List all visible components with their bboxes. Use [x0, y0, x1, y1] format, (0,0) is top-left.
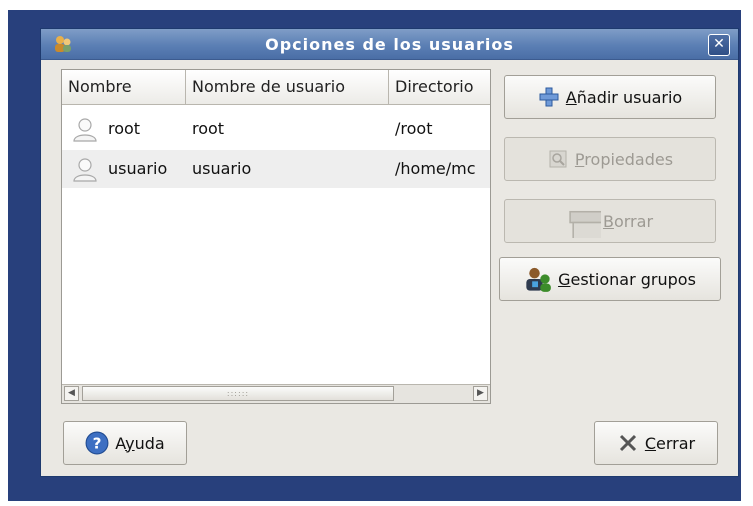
help-button[interactable]: ? Ayuda — [63, 421, 187, 465]
table-row[interactable]: root root /root — [62, 110, 490, 148]
manage-groups-label: Gestionar grupos — [558, 269, 696, 289]
groups-icon — [526, 267, 551, 292]
properties-button[interactable]: Propiedades — [504, 137, 716, 181]
grip-icon: :::::: — [226, 389, 250, 398]
delete-button[interactable]: Borrar — [504, 199, 716, 243]
properties-icon — [549, 150, 567, 168]
user-icon — [73, 158, 97, 182]
arrow-left-icon: ◀ — [68, 388, 75, 398]
column-header-directorio[interactable]: Directorio — [389, 70, 490, 104]
user-options-dialog: Opciones de los usuarios ✕ Nombre Nombre… — [40, 28, 739, 477]
cell-name: usuario — [108, 159, 168, 178]
column-header-nombre-de-usuario[interactable]: Nombre de usuario — [186, 70, 389, 104]
window-close-button[interactable]: ✕ — [708, 34, 730, 56]
delete-label: Borrar — [602, 211, 654, 231]
scrollbar-thumb[interactable]: :::::: — [82, 386, 394, 401]
cell-name: root — [108, 119, 141, 138]
user-icon — [73, 118, 97, 142]
table-row[interactable]: usuario usuario /home/mc — [62, 150, 490, 188]
add-user-label: Añadir usuario — [565, 87, 683, 107]
window-title: Opciones de los usuarios — [265, 35, 514, 54]
help-label: Ayuda — [115, 433, 165, 453]
cell-directory: /home/mc — [395, 159, 476, 178]
add-user-button[interactable]: Añadir usuario — [504, 75, 716, 119]
close-button[interactable]: Cerrar — [594, 421, 718, 465]
properties-label: Propiedades — [574, 149, 674, 169]
manage-groups-button[interactable]: Gestionar grupos — [499, 257, 721, 301]
scroll-left-button[interactable]: ◀ — [64, 386, 79, 401]
trash-icon — [569, 210, 601, 238]
close-x-icon — [619, 434, 636, 452]
close-icon: ✕ — [713, 36, 725, 52]
arrow-right-icon: ▶ — [477, 388, 484, 398]
close-label: Cerrar — [644, 433, 696, 453]
horizontal-scrollbar[interactable]: ◀ :::::: ▶ — [62, 384, 490, 403]
column-header-nombre[interactable]: Nombre — [62, 70, 186, 104]
cell-username: usuario — [192, 159, 252, 178]
users-list[interactable]: Nombre Nombre de usuario Directorio root… — [61, 69, 491, 404]
svg-text:?: ? — [93, 434, 102, 452]
scroll-right-button[interactable]: ▶ — [473, 386, 488, 401]
help-icon: ? — [85, 431, 109, 455]
table-header: Nombre Nombre de usuario Directorio — [62, 70, 490, 105]
cell-username: root — [192, 119, 225, 138]
title-bar[interactable]: Opciones de los usuarios ✕ — [41, 29, 738, 60]
plus-icon — [539, 87, 559, 107]
cell-directory: /root — [395, 119, 433, 138]
